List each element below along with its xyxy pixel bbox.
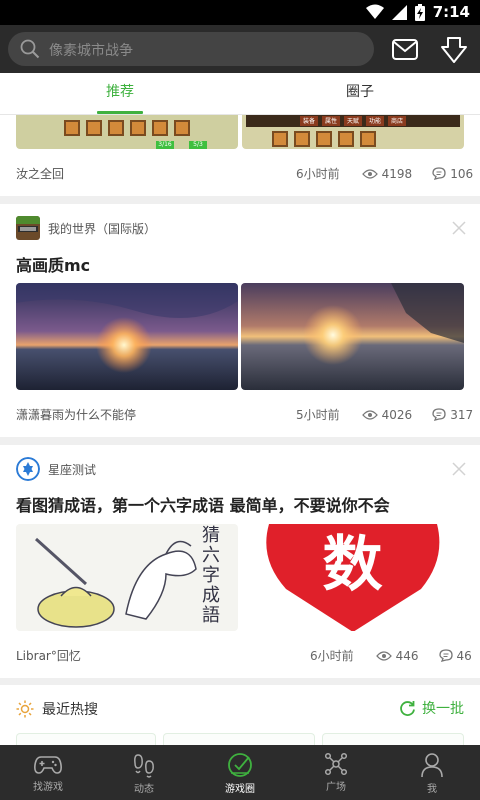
post-time: 6小时前 — [296, 167, 340, 181]
thumb-label: 天赋 — [343, 116, 362, 126]
status-bar: 7:14 — [0, 0, 480, 25]
thumb-label: 装备 — [299, 116, 318, 126]
hot-search-item[interactable] — [163, 733, 315, 745]
nav-label: 我 — [427, 784, 437, 795]
download-button[interactable] — [438, 34, 470, 66]
post-time: 6小时前 — [310, 649, 354, 663]
circle-avatar — [16, 457, 40, 481]
circle-avatar — [16, 216, 40, 240]
nav-label: 找游戏 — [33, 782, 63, 793]
gamepad-icon — [34, 756, 62, 774]
post-image[interactable]: 数 — [241, 524, 464, 631]
network-icon — [324, 752, 348, 776]
post-circle[interactable]: 星座测试 — [16, 457, 96, 481]
view-count: 4198 — [381, 166, 413, 181]
wifi-icon — [365, 4, 384, 19]
post-title[interactable]: 看图猜成语，第一个六字成语 最简单，不要说你不会 — [16, 492, 390, 516]
post-title[interactable]: 高画质mc — [16, 252, 90, 276]
hot-search-item[interactable] — [16, 733, 156, 745]
person-icon — [421, 753, 443, 778]
post-card[interactable]: 星座测试 看图猜成语，第一个六字成语 最简单，不要说你不会 猜六字成語 数 Li… — [0, 445, 480, 678]
message-button[interactable] — [390, 37, 420, 63]
mail-icon — [392, 39, 418, 60]
post-author[interactable]: 潇潇暮雨为什么不能停 — [16, 406, 136, 423]
eye-icon — [361, 168, 378, 179]
hot-search-section: 最近热搜 换一批 — [0, 685, 480, 745]
tab-bar: 推荐 圈子 — [0, 73, 480, 115]
comment-icon — [432, 167, 446, 180]
view-count: 4026 — [381, 407, 413, 422]
sun-icon — [16, 700, 34, 718]
post-image[interactable] — [16, 283, 238, 390]
search-input[interactable]: 像素城市战争 — [8, 32, 374, 66]
comment-count: 46 — [456, 648, 472, 663]
post-card[interactable]: 3/16 5/3 装备 属性 天赋 功能 商店 汝之全回 6小时前 4198 1… — [0, 115, 480, 196]
eye-icon — [375, 650, 392, 661]
refresh-button[interactable]: 换一批 — [399, 698, 464, 718]
status-time: 7:14 — [432, 3, 470, 21]
nav-game-circle[interactable]: 游戏圈 — [192, 745, 288, 800]
nav-label: 动态 — [134, 784, 154, 795]
nav-label: 游戏圈 — [225, 784, 255, 795]
post-image[interactable]: 装备 属性 天赋 功能 商店 — [242, 115, 464, 149]
view-count: 446 — [395, 648, 419, 663]
post-meta: 6小时前 446 46 — [310, 647, 472, 664]
top-bar: 像素城市战争 — [0, 25, 480, 73]
refresh-icon — [400, 700, 415, 716]
comment-count: 106 — [450, 166, 474, 181]
sketch-text: 猜六字成語 — [202, 525, 220, 626]
nav-activity[interactable]: 动态 — [96, 745, 192, 800]
heart-text: 数 — [322, 530, 383, 600]
comment-count: 317 — [450, 407, 474, 422]
post-meta: 6小时前 4198 106 — [296, 165, 473, 182]
footprint-icon — [134, 754, 154, 778]
nav-me[interactable]: 我 — [384, 745, 480, 800]
battery-icon — [414, 3, 425, 21]
thumb-label: 商店 — [388, 116, 407, 126]
post-circle[interactable]: 我的世界（国际版） — [16, 216, 156, 240]
thumb-count: 5/3 — [189, 141, 207, 149]
post-meta: 5小时前 4026 317 — [296, 406, 473, 423]
comment-icon — [438, 649, 453, 662]
search-placeholder: 像素城市战争 — [49, 43, 133, 59]
post-author[interactable]: 汝之全回 — [16, 165, 64, 182]
post-card[interactable]: 我的世界（国际版） 高画质mc 潇潇暮雨为什么不能停 5小时前 4026 317 — [0, 204, 480, 437]
hot-search-title: 最近热搜 — [42, 702, 98, 718]
comment-icon — [432, 408, 446, 421]
search-icon — [20, 39, 40, 59]
post-image[interactable]: 3/16 5/3 — [16, 115, 238, 149]
tab-circles[interactable]: 圈子 — [240, 73, 480, 115]
cellular-icon — [391, 4, 407, 20]
download-icon — [441, 37, 467, 63]
post-time: 5小时前 — [296, 408, 340, 422]
close-icon[interactable] — [452, 221, 466, 235]
tab-recommend[interactable]: 推荐 — [0, 73, 240, 115]
refresh-label: 换一批 — [422, 701, 464, 717]
nav-label: 广场 — [326, 782, 346, 793]
thumb-count: 3/16 — [156, 141, 174, 149]
thumb-label: 功能 — [366, 116, 385, 126]
eye-icon — [361, 409, 378, 420]
tab-active-indicator — [97, 111, 143, 114]
post-author[interactable]: Librar°回忆 — [16, 647, 81, 664]
nav-plaza[interactable]: 广场 — [288, 745, 384, 800]
circle-name: 我的世界（国际版） — [48, 221, 157, 236]
bottom-nav: 找游戏 动态 游戏圈 广场 我 — [0, 745, 480, 800]
hot-search-item[interactable] — [322, 733, 464, 745]
circle-name: 星座测试 — [48, 462, 97, 477]
post-image[interactable]: 猜六字成語 — [16, 524, 238, 631]
close-icon[interactable] — [452, 462, 466, 476]
thumb-label: 属性 — [321, 116, 340, 126]
game-circle-icon — [228, 753, 252, 777]
post-image[interactable] — [241, 283, 464, 390]
feed[interactable]: 3/16 5/3 装备 属性 天赋 功能 商店 汝之全回 6小时前 4198 1… — [0, 115, 480, 745]
nav-find-games[interactable]: 找游戏 — [0, 745, 96, 800]
